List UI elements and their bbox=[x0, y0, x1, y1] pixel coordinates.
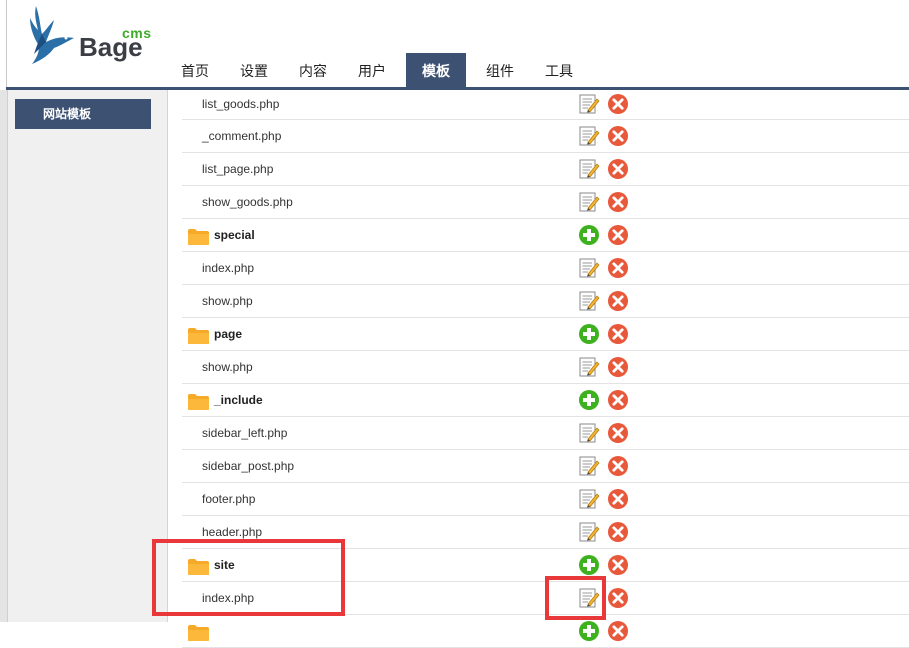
folder-name[interactable]: _include bbox=[214, 384, 263, 417]
file-row: sidebar_post.php bbox=[182, 450, 909, 483]
file-row: index.php bbox=[182, 252, 909, 285]
edit-icon[interactable] bbox=[578, 191, 600, 213]
bird-logo-icon bbox=[30, 6, 74, 64]
delete-icon[interactable] bbox=[607, 455, 629, 477]
add-icon[interactable] bbox=[578, 554, 600, 576]
delete-icon[interactable] bbox=[607, 356, 629, 378]
delete-icon[interactable] bbox=[607, 422, 629, 444]
file-row: show_goods.php bbox=[182, 186, 909, 219]
highlight-box-edit-icon bbox=[545, 576, 606, 620]
delete-icon[interactable] bbox=[607, 257, 629, 279]
delete-icon[interactable] bbox=[607, 158, 629, 180]
file-name[interactable]: list_page.php bbox=[202, 153, 273, 186]
edit-icon[interactable] bbox=[578, 422, 600, 444]
edit-icon[interactable] bbox=[578, 257, 600, 279]
delete-icon[interactable] bbox=[607, 125, 629, 147]
sidebar-collapse-strip[interactable] bbox=[0, 90, 8, 622]
delete-icon[interactable] bbox=[607, 389, 629, 411]
nav-tab-3[interactable]: 用户 bbox=[347, 53, 397, 88]
edit-icon[interactable] bbox=[578, 125, 600, 147]
nav-tab-1[interactable]: 设置 bbox=[229, 53, 279, 88]
sidebar: 网站模板 bbox=[0, 90, 168, 622]
sidebar-item-site-templates[interactable]: 网站模板 bbox=[15, 99, 151, 129]
file-row: list_page.php bbox=[182, 153, 909, 186]
frame-border bbox=[6, 0, 7, 88]
folder-icon[interactable] bbox=[187, 624, 210, 642]
add-icon[interactable] bbox=[578, 224, 600, 246]
delete-icon[interactable] bbox=[607, 620, 629, 642]
edit-icon[interactable] bbox=[578, 455, 600, 477]
folder-row: special bbox=[182, 219, 909, 252]
edit-icon[interactable] bbox=[578, 488, 600, 510]
edit-icon[interactable] bbox=[578, 356, 600, 378]
nav-tab-6[interactable]: 工具 bbox=[534, 53, 584, 88]
edit-icon[interactable] bbox=[578, 290, 600, 312]
folder-row: page bbox=[182, 318, 909, 351]
highlight-box-site-folder bbox=[152, 539, 345, 616]
delete-icon[interactable] bbox=[607, 224, 629, 246]
file-name[interactable]: sidebar_post.php bbox=[202, 450, 294, 483]
main-nav: 首页 设置 内容 用户 模板 组件 工具 bbox=[170, 53, 593, 88]
folder-icon[interactable] bbox=[187, 327, 210, 345]
nav-tab-0[interactable]: 首页 bbox=[170, 53, 220, 88]
file-name[interactable]: show.php bbox=[202, 285, 253, 318]
folder-icon[interactable] bbox=[187, 228, 210, 246]
delete-icon[interactable] bbox=[607, 93, 629, 115]
delete-icon[interactable] bbox=[607, 323, 629, 345]
file-row: list_goods.php bbox=[182, 88, 909, 120]
file-name[interactable]: sidebar_left.php bbox=[202, 417, 287, 450]
nav-tab-5[interactable]: 组件 bbox=[475, 53, 525, 88]
folder-name[interactable]: special bbox=[214, 219, 255, 252]
folder-icon[interactable] bbox=[187, 393, 210, 411]
file-name[interactable]: footer.php bbox=[202, 483, 255, 516]
delete-icon[interactable] bbox=[607, 554, 629, 576]
file-row: show.php bbox=[182, 285, 909, 318]
add-icon[interactable] bbox=[578, 323, 600, 345]
file-row: _comment.php bbox=[182, 120, 909, 153]
nav-tab-4[interactable]: 模板 bbox=[406, 53, 466, 88]
delete-icon[interactable] bbox=[607, 290, 629, 312]
header: cms Bage 首页 设置 内容 用户 模板 组件 工具 bbox=[0, 0, 909, 90]
file-row: show.php bbox=[182, 351, 909, 384]
delete-icon[interactable] bbox=[607, 521, 629, 543]
file-row: footer.php bbox=[182, 483, 909, 516]
file-name[interactable]: index.php bbox=[202, 252, 254, 285]
logo[interactable]: cms Bage bbox=[26, 4, 151, 68]
file-name[interactable]: show_goods.php bbox=[202, 186, 293, 219]
file-name[interactable]: _comment.php bbox=[202, 120, 281, 153]
edit-icon[interactable] bbox=[578, 93, 600, 115]
file-name[interactable]: list_goods.php bbox=[202, 88, 279, 121]
add-icon[interactable] bbox=[578, 620, 600, 642]
folder-row: _include bbox=[182, 384, 909, 417]
delete-icon[interactable] bbox=[607, 488, 629, 510]
folder-name[interactable]: page bbox=[214, 318, 242, 351]
edit-icon[interactable] bbox=[578, 158, 600, 180]
delete-icon[interactable] bbox=[607, 587, 629, 609]
delete-icon[interactable] bbox=[607, 191, 629, 213]
add-icon[interactable] bbox=[578, 389, 600, 411]
file-row: sidebar_left.php bbox=[182, 417, 909, 450]
nav-tab-2[interactable]: 内容 bbox=[288, 53, 338, 88]
logo-brand-text: Bage bbox=[79, 32, 143, 62]
file-name[interactable]: show.php bbox=[202, 351, 253, 384]
edit-icon[interactable] bbox=[578, 521, 600, 543]
